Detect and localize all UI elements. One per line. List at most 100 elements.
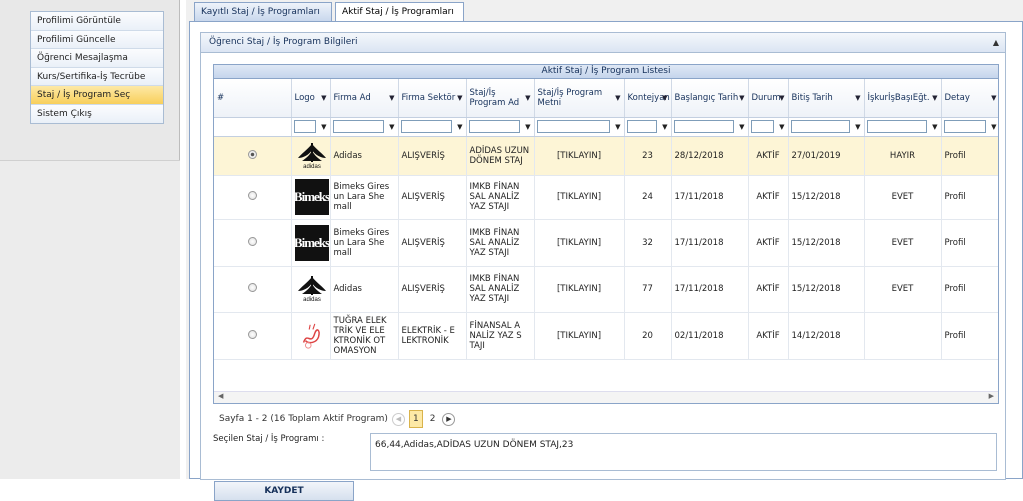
prev-page-icon[interactable]: ◀ bbox=[391, 412, 405, 426]
row-radio[interactable] bbox=[247, 329, 257, 339]
horizontal-scrollbar[interactable]: ◀ ▶ bbox=[214, 391, 998, 403]
select-cell[interactable] bbox=[214, 219, 292, 267]
filter-cell-3: ▼ bbox=[398, 117, 467, 137]
selected-program-field[interactable]: 66,44,Adidas,ADİDAS UZUN DÖNEM STAJ,23 bbox=[370, 433, 997, 471]
menu-item-3[interactable]: Kurs/Sertifika-İş Tecrübe bbox=[31, 67, 163, 86]
filter-icon[interactable]: ▼ bbox=[615, 123, 620, 131]
select-cell[interactable] bbox=[214, 266, 292, 313]
filter-icon[interactable]: ▼ bbox=[389, 123, 394, 131]
menu-item-2[interactable]: Öğrenci Mesajlaşma bbox=[31, 49, 163, 68]
end-date-cell: 27/01/2019 bbox=[788, 136, 865, 176]
filter-input[interactable] bbox=[790, 120, 850, 133]
column-header-2[interactable]: Firma Ad ▼ bbox=[330, 79, 399, 118]
filter-icon[interactable]: ▼ bbox=[525, 123, 530, 131]
filter-input[interactable] bbox=[866, 120, 927, 133]
filter-input[interactable] bbox=[293, 120, 316, 133]
column-header-3[interactable]: Firma Sektör ▼ bbox=[398, 79, 467, 118]
filter-input[interactable] bbox=[400, 120, 452, 133]
pager-summary: Sayfa 1 - 2 (16 Toplam Aktif Program) bbox=[219, 414, 388, 424]
column-header-0[interactable]: # bbox=[214, 79, 292, 118]
row-radio[interactable] bbox=[247, 236, 257, 246]
column-menu-icon[interactable]: ▼ bbox=[739, 93, 744, 103]
column-menu-icon[interactable]: ▼ bbox=[457, 93, 462, 103]
column-menu-icon[interactable]: ▼ bbox=[779, 93, 784, 103]
filter-icon[interactable]: ▼ bbox=[662, 123, 667, 131]
column-header-7[interactable]: Başlangıç Tarih ▼ bbox=[671, 79, 749, 118]
column-menu-icon[interactable]: ▼ bbox=[855, 93, 860, 103]
menu-item-0[interactable]: Profilimi Görüntüle bbox=[31, 12, 163, 31]
column-header-10[interactable]: İşkurİşBaşıEğt. ▼ bbox=[864, 79, 942, 118]
filter-icon[interactable]: ▼ bbox=[932, 123, 937, 131]
menu-item-4[interactable]: Staj / İş Program Seç bbox=[31, 86, 163, 105]
program-text-link[interactable]: [TIKLAYIN] bbox=[534, 219, 625, 267]
filter-cell-6: ▼ bbox=[624, 117, 672, 137]
save-button[interactable]: KAYDET bbox=[214, 481, 354, 501]
filter-input[interactable] bbox=[332, 120, 384, 133]
column-header-1[interactable]: Logo ▼ bbox=[291, 79, 331, 118]
detail-link[interactable]: Profil bbox=[941, 219, 998, 267]
column-header-11[interactable]: Detay ▼ bbox=[941, 79, 998, 118]
program-text-link[interactable]: [TIKLAYIN] bbox=[534, 312, 625, 360]
sector-cell: ALIŞVERİŞ bbox=[398, 266, 467, 313]
filter-input[interactable] bbox=[750, 120, 774, 133]
firma-cell: Bimeks Gires un Lara She mall bbox=[330, 175, 399, 220]
column-menu-icon[interactable]: ▼ bbox=[932, 93, 937, 103]
tab-registered-programs[interactable]: Kayıtlı Staj / İş Programları bbox=[194, 2, 332, 22]
table-row[interactable]: Bimeks Bimeks Gires un Lara She mall ALIŞV… bbox=[214, 175, 998, 220]
filter-icon[interactable]: ▼ bbox=[739, 123, 744, 131]
program-text-link[interactable]: [TIKLAYIN] bbox=[534, 175, 625, 220]
select-cell[interactable] bbox=[214, 312, 292, 360]
filter-input[interactable] bbox=[673, 120, 734, 133]
filter-icon[interactable]: ▼ bbox=[855, 123, 860, 131]
row-radio[interactable] bbox=[247, 191, 257, 200]
column-menu-icon[interactable]: ▼ bbox=[662, 93, 667, 103]
column-header-5[interactable]: Staj/İş Program Metni ▼ bbox=[534, 79, 625, 118]
table-row[interactable]: Bimeks Bimeks Gires un Lara She mall ALIŞV… bbox=[214, 219, 998, 267]
next-page-icon[interactable]: ▶ bbox=[442, 412, 456, 426]
filter-input[interactable] bbox=[943, 120, 986, 133]
program-text-link[interactable]: [TIKLAYIN] bbox=[534, 266, 625, 313]
filter-icon[interactable]: ▼ bbox=[779, 123, 784, 131]
filter-input[interactable] bbox=[626, 120, 657, 133]
detail-link[interactable]: Profil bbox=[941, 312, 998, 360]
column-header-4[interactable]: Staj/İş Program Ad ▼ bbox=[466, 79, 535, 118]
menu-item-5[interactable]: Sistem Çıkış bbox=[31, 104, 163, 123]
detail-link[interactable]: Profil bbox=[941, 136, 998, 176]
status-cell: AKTİF bbox=[748, 312, 789, 360]
grid-filter-row: ▼ ▼ ▼ ▼ ▼ ▼ ▼ ▼ ▼ ▼ ▼ bbox=[214, 117, 998, 137]
column-menu-icon[interactable]: ▼ bbox=[389, 93, 394, 103]
page-2[interactable]: 2 bbox=[427, 411, 439, 427]
program-cell: FİNANSAL A NALİZ YAZ S TAJI bbox=[466, 312, 535, 360]
table-row[interactable]: adidas Adidas ALIŞVERİŞ IMKB FİNAN SAL ANAL… bbox=[214, 266, 998, 313]
scroll-right-icon[interactable]: ▶ bbox=[989, 392, 994, 400]
filter-input[interactable] bbox=[536, 120, 610, 133]
filter-icon[interactable]: ▼ bbox=[457, 123, 462, 131]
filter-icon[interactable]: ▼ bbox=[991, 123, 996, 131]
chevron-up-icon[interactable]: ▲ bbox=[993, 33, 999, 52]
row-radio[interactable] bbox=[247, 149, 257, 159]
tab-active-programs[interactable]: Aktif Staj / İş Programları bbox=[335, 2, 464, 23]
column-header-label: Bitiş Tarih bbox=[791, 92, 833, 103]
column-menu-icon[interactable]: ▼ bbox=[525, 93, 530, 103]
scroll-left-icon[interactable]: ◀ bbox=[218, 392, 223, 400]
select-cell[interactable] bbox=[214, 175, 292, 220]
row-radio[interactable] bbox=[247, 283, 257, 292]
detail-link[interactable]: Profil bbox=[941, 266, 998, 313]
filter-input[interactable] bbox=[468, 120, 520, 133]
column-menu-icon[interactable]: ▼ bbox=[615, 93, 620, 103]
column-header-8[interactable]: Durum ▼ bbox=[748, 79, 789, 118]
table-row[interactable]: adidas Adidas ALIŞVERİŞ ADİDAS UZUN DÖNEM S… bbox=[214, 136, 998, 176]
table-row[interactable]: TUĞRA ELEK TRİK VE ELE KTRONİK OT OMASYO… bbox=[214, 312, 998, 360]
column-menu-icon[interactable]: ▼ bbox=[321, 93, 326, 103]
filter-icon[interactable]: ▼ bbox=[321, 123, 326, 131]
column-header-9[interactable]: Bitiş Tarih ▼ bbox=[788, 79, 865, 118]
menu-item-1[interactable]: Profilimi Güncelle bbox=[31, 30, 163, 49]
column-menu-icon[interactable]: ▼ bbox=[991, 93, 996, 103]
program-text-link[interactable]: [TIKLAYIN] bbox=[534, 136, 625, 176]
select-cell[interactable] bbox=[214, 136, 292, 176]
page-1[interactable]: 1 bbox=[408, 410, 423, 428]
end-date-cell: 15/12/2018 bbox=[788, 266, 865, 313]
column-header-label: Detay bbox=[944, 92, 970, 103]
detail-link[interactable]: Profil bbox=[941, 175, 998, 220]
column-header-6[interactable]: Kontejyan ▼ bbox=[624, 79, 672, 118]
